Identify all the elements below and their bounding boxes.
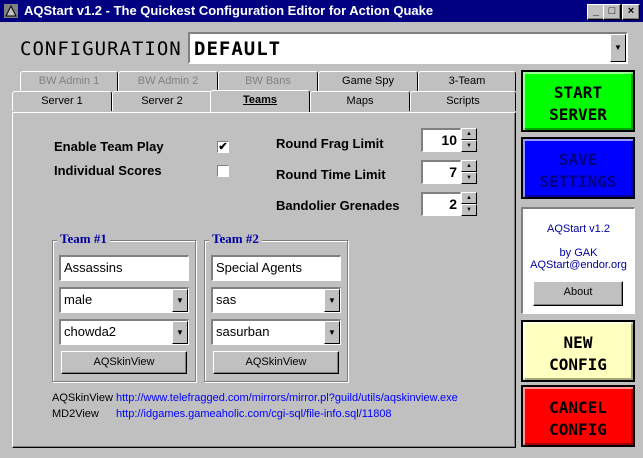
bandolier-grenades-spinner[interactable]: ▲ ▼ [461,192,477,216]
spin-up-icon[interactable]: ▲ [461,128,477,140]
save-settings-label-1: SAVE [558,150,598,169]
start-server-button[interactable]: START SERVER [521,70,635,132]
team2-skin-select[interactable]: sasurban ▼ [211,319,341,345]
info-version: AQStart v1.2 [547,223,610,235]
tab-bw-bans[interactable]: BW Bans [218,71,318,91]
round-frag-limit-input[interactable]: 10 [421,128,461,152]
spin-down-icon[interactable]: ▼ [461,172,477,184]
cancel-config-label-2: CONFIG [549,420,607,439]
team1-title: Team #1 [57,231,110,247]
md2view-link[interactable]: http://idgames.gameaholic.com/cgi-sql/fi… [116,408,392,420]
new-config-label-2: CONFIG [549,355,607,374]
about-button[interactable]: About [533,281,623,306]
team2-skinview-button[interactable]: AQSkinView [213,351,339,374]
spin-down-icon[interactable]: ▼ [461,204,477,216]
team2-model-select[interactable]: sas ▼ [211,287,341,313]
title-bar[interactable]: AQStart v1.2 - The Quickest Configuratio… [0,0,643,22]
individual-scores-checkbox[interactable] [217,165,229,177]
individual-scores-label: Individual Scores [54,163,162,178]
start-server-label-1: START [553,83,603,102]
team1-model-select[interactable]: male ▼ [59,287,189,313]
tab-server-2[interactable]: Server 2 [112,91,212,111]
tab-maps[interactable]: Maps [310,91,410,111]
chevron-down-icon[interactable]: ▼ [172,321,188,344]
team1-skinview-button[interactable]: AQSkinView [61,351,187,374]
configuration-label: CONFIGURATION [20,38,182,60]
enable-team-play-checkbox[interactable]: ✔ [217,141,229,153]
chevron-down-icon[interactable]: ▼ [610,34,626,62]
round-frag-limit-label: Round Frag Limit [276,136,384,151]
cancel-config-label-1: CANCEL [549,398,607,417]
bandolier-grenades-label: Bandolier Grenades [276,198,400,213]
new-config-button[interactable]: NEW CONFIG [521,320,635,382]
save-settings-button[interactable]: SAVE SETTINGS [521,137,635,199]
aqskinview-link[interactable]: http://www.telefragged.com/mirrors/mirro… [116,392,458,404]
chevron-down-icon[interactable]: ▼ [324,321,340,344]
save-settings-label-2: SETTINGS [539,172,617,191]
spin-up-icon[interactable]: ▲ [461,192,477,204]
tab-game-spy[interactable]: Game Spy [318,71,418,91]
spin-up-icon[interactable]: ▲ [461,160,477,172]
team1-name-input[interactable]: Assassins [59,255,189,281]
team2-name-input[interactable]: Special Agents [211,255,341,281]
cancel-config-button[interactable]: CANCEL CONFIG [521,385,635,447]
info-email: AQStart@endor.org [530,259,627,271]
team1-skin-select[interactable]: chowda2 ▼ [59,319,189,345]
configuration-select[interactable]: DEFAULT ▼ [188,32,628,64]
bandolier-grenades-input[interactable]: 2 [421,192,461,216]
window-title: AQStart v1.2 - The Quickest Configuratio… [24,3,434,18]
app-icon [4,4,18,18]
close-button[interactable]: × [622,4,640,20]
spin-down-icon[interactable]: ▼ [461,140,477,152]
tab-3-team[interactable]: 3-Team [418,71,516,91]
enable-team-play-label: Enable Team Play [54,139,164,154]
configuration-value: DEFAULT [194,38,282,60]
team2-skin-value: sasurban [216,324,270,339]
chevron-down-icon[interactable]: ▼ [324,289,340,312]
new-config-label-1: NEW [563,333,593,352]
round-time-limit-input[interactable]: 7 [421,160,461,184]
maximize-icon: □ [608,5,616,17]
tab-scripts[interactable]: Scripts [410,91,516,111]
round-time-limit-spinner[interactable]: ▲ ▼ [461,160,477,184]
team2-model-value: sas [216,292,237,307]
aqskinview-link-label: AQSkinView [52,392,113,404]
tab-server-1[interactable]: Server 1 [12,91,112,111]
maximize-button[interactable]: □ [603,4,621,20]
round-time-limit-label: Round Time Limit [276,167,386,182]
about-info-box: AQStart v1.2 by GAK AQStart@endor.org Ab… [521,207,635,314]
chevron-down-icon[interactable]: ▼ [172,289,188,312]
minimize-icon: _ [592,5,600,17]
md2view-link-label: MD2View [52,408,99,420]
team1-skin-value: chowda2 [64,324,117,339]
tab-bw-admin-2[interactable]: BW Admin 2 [118,71,218,91]
team1-model-value: male [64,292,93,307]
round-frag-limit-spinner[interactable]: ▲ ▼ [461,128,477,152]
close-icon: × [627,5,635,17]
team2-title: Team #2 [209,231,262,247]
info-by: by GAK [559,247,598,259]
start-server-label-2: SERVER [549,105,607,124]
checkmark-icon: ✔ [218,141,228,153]
tab-bw-admin-1[interactable]: BW Admin 1 [20,71,118,91]
tab-teams[interactable]: Teams [210,90,310,112]
